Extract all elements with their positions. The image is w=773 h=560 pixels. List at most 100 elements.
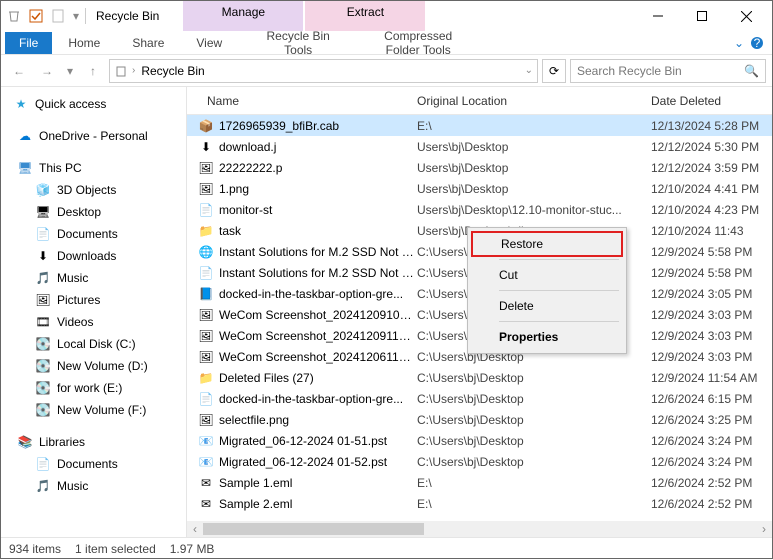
tab-compressed-tools[interactable]: Compressed Folder Tools bbox=[358, 25, 478, 61]
tab-recyclebin-tools[interactable]: Recycle Bin Tools bbox=[238, 25, 358, 61]
file-icon: 🖼 bbox=[197, 328, 215, 344]
table-row[interactable]: ⬇download.jUsers\bj\Desktop12/12/2024 5:… bbox=[187, 136, 772, 157]
file-tab[interactable]: File bbox=[5, 32, 52, 54]
col-original-location[interactable]: Original Location bbox=[417, 94, 643, 108]
close-button[interactable] bbox=[724, 2, 768, 30]
nav-item-label: Videos bbox=[57, 315, 93, 329]
ribbon-expand-icon[interactable]: ⌄ bbox=[728, 36, 750, 50]
status-bar: 934 items 1 item selected 1.97 MB bbox=[1, 537, 772, 560]
file-icon: 📦 bbox=[197, 118, 215, 134]
file-date: 12/6/2024 6:15 PM bbox=[643, 392, 772, 406]
nav-item[interactable]: 🖼Pictures bbox=[1, 289, 186, 311]
nav-this-pc[interactable]: 🖥 This PC bbox=[1, 157, 186, 179]
tab-home[interactable]: Home bbox=[52, 32, 116, 54]
file-name: Sample 2.eml bbox=[215, 497, 417, 511]
nav-item-icon: 💽 bbox=[35, 380, 51, 396]
nav-item[interactable]: 📄Documents bbox=[1, 223, 186, 245]
nav-item[interactable]: 🖥 Desktop bbox=[1, 201, 186, 223]
nav-item[interactable]: 💽New Volume (D:) bbox=[1, 355, 186, 377]
nav-item[interactable]: 💽Local Disk (C:) bbox=[1, 333, 186, 355]
forward-button[interactable]: → bbox=[35, 59, 59, 83]
file-icon: 🌐 bbox=[197, 244, 215, 260]
nav-item[interactable]: ⬇ Downloads bbox=[1, 245, 186, 267]
nav-item[interactable]: 💽New Volume (F:) bbox=[1, 399, 186, 421]
nav-item-icon: 🖥 bbox=[35, 204, 51, 220]
tab-view[interactable]: View bbox=[180, 32, 238, 54]
search-input[interactable]: Search Recycle Bin 🔍 bbox=[570, 59, 766, 83]
chevron-down-icon[interactable]: ⌄ bbox=[525, 65, 533, 76]
nav-item-label: New Volume (F:) bbox=[57, 403, 146, 417]
nav-item-icon: 🧊 bbox=[35, 182, 51, 198]
file-date: 12/12/2024 5:30 PM bbox=[643, 140, 772, 154]
nav-item[interactable]: 💽 for work (E:) bbox=[1, 377, 186, 399]
address-bar[interactable]: › Recycle Bin ⌄ bbox=[109, 59, 538, 83]
table-row[interactable]: 📁Deleted Files (27)C:\Users\bj\Desktop12… bbox=[187, 367, 772, 388]
menu-properties[interactable]: Properties bbox=[471, 324, 623, 350]
file-date: 12/6/2024 2:52 PM bbox=[643, 476, 772, 490]
nav-quick-access[interactable]: ★ Quick access bbox=[1, 93, 186, 115]
recycle-bin-small-icon bbox=[114, 64, 128, 78]
file-name: 1.png bbox=[215, 182, 417, 196]
status-selected: 1 item selected bbox=[75, 542, 156, 556]
scroll-left-icon[interactable]: ‹ bbox=[187, 522, 203, 536]
nav-item[interactable]: 🎵Music bbox=[1, 267, 186, 289]
chevron-right-icon[interactable]: › bbox=[132, 65, 135, 76]
table-row[interactable]: 📦1726965939_bfiBr.cabE:\12/13/2024 5:28 … bbox=[187, 115, 772, 136]
menu-restore[interactable]: Restore bbox=[471, 231, 623, 257]
maximize-button[interactable] bbox=[680, 2, 724, 30]
nav-item-label: Desktop bbox=[57, 205, 101, 219]
file-name: selectfile.png bbox=[215, 413, 417, 427]
nav-item[interactable]: 🧊3D Objects bbox=[1, 179, 186, 201]
nav-item-icon: ⬇ bbox=[35, 248, 51, 264]
menu-delete[interactable]: Delete bbox=[471, 293, 623, 319]
file-name: docked-in-the-taskbar-option-gre... bbox=[215, 287, 417, 301]
file-name: Migrated_06-12-2024 01-52.pst bbox=[215, 455, 417, 469]
menu-cut[interactable]: Cut bbox=[471, 262, 623, 288]
nav-item-icon: 📄 bbox=[35, 226, 51, 242]
scroll-right-icon[interactable]: › bbox=[756, 522, 772, 536]
file-name: Deleted Files (27) bbox=[215, 371, 417, 385]
qa-dropdown-icon[interactable]: ▾ bbox=[71, 7, 81, 25]
file-date: 12/6/2024 3:25 PM bbox=[643, 413, 772, 427]
nav-item[interactable]: 🎞Videos bbox=[1, 311, 186, 333]
refresh-button[interactable]: ⟳ bbox=[542, 59, 566, 83]
file-name: Instant Solutions for M.2 SSD Not S... bbox=[215, 245, 417, 259]
table-row[interactable]: 📄docked-in-the-taskbar-option-gre...C:\U… bbox=[187, 388, 772, 409]
nav-libraries[interactable]: 📚 Libraries bbox=[1, 431, 186, 453]
nav-item-label: Downloads bbox=[57, 249, 116, 263]
file-name: Migrated_06-12-2024 01-51.pst bbox=[215, 434, 417, 448]
file-icon: 📧 bbox=[197, 454, 215, 470]
table-row[interactable]: 📄monitor-stUsers\bj\Desktop\12.10-monito… bbox=[187, 199, 772, 220]
file-location: C:\Users\bj\Desktop bbox=[417, 371, 643, 385]
up-button[interactable]: ↑ bbox=[81, 59, 105, 83]
col-date-deleted[interactable]: Date Deleted bbox=[643, 94, 772, 108]
file-date: 12/9/2024 11:54 AM bbox=[643, 371, 772, 385]
svg-text:?: ? bbox=[754, 36, 761, 50]
minimize-button[interactable] bbox=[636, 2, 680, 30]
help-icon[interactable]: ? bbox=[750, 36, 772, 50]
table-row[interactable]: ✉Sample 1.emlE:\12/6/2024 2:52 PM bbox=[187, 472, 772, 493]
nav-lib-item[interactable]: 📄Documents bbox=[1, 453, 186, 475]
qa-file-icon[interactable] bbox=[49, 7, 67, 25]
qa-checkbox-icon[interactable] bbox=[27, 7, 45, 25]
horizontal-scrollbar[interactable]: ‹ › bbox=[187, 521, 772, 537]
breadcrumb[interactable]: Recycle Bin bbox=[139, 64, 206, 78]
table-row[interactable]: 📧Migrated_06-12-2024 01-52.pstC:\Users\b… bbox=[187, 451, 772, 472]
nav-item-label: Local Disk (C:) bbox=[57, 337, 136, 351]
tab-share[interactable]: Share bbox=[116, 32, 180, 54]
col-name[interactable]: Name bbox=[187, 94, 417, 108]
file-location: Users\bj\Desktop bbox=[417, 182, 643, 196]
table-row[interactable]: 🖼selectfile.pngC:\Users\bj\Desktop12/6/2… bbox=[187, 409, 772, 430]
nav-onedrive[interactable]: ☁ OneDrive - Personal bbox=[1, 125, 186, 147]
file-icon: 📧 bbox=[197, 433, 215, 449]
table-row[interactable]: 📧Migrated_06-12-2024 01-51.pstC:\Users\b… bbox=[187, 430, 772, 451]
nav-lib-item[interactable]: 🎵Music bbox=[1, 475, 186, 497]
table-row[interactable]: 🖼1.pngUsers\bj\Desktop12/10/2024 4:41 PM bbox=[187, 178, 772, 199]
nav-item-label: for work (E:) bbox=[57, 381, 122, 395]
status-item-count: 934 items bbox=[9, 542, 61, 556]
table-row[interactable]: 🖼22222222.pUsers\bj\Desktop12/12/2024 3:… bbox=[187, 157, 772, 178]
table-row[interactable]: ✉Sample 2.emlE:\12/6/2024 2:52 PM bbox=[187, 493, 772, 514]
back-button[interactable]: ← bbox=[7, 59, 31, 83]
scroll-thumb[interactable] bbox=[203, 523, 424, 535]
recent-dropdown-icon[interactable]: ▾ bbox=[63, 59, 77, 83]
